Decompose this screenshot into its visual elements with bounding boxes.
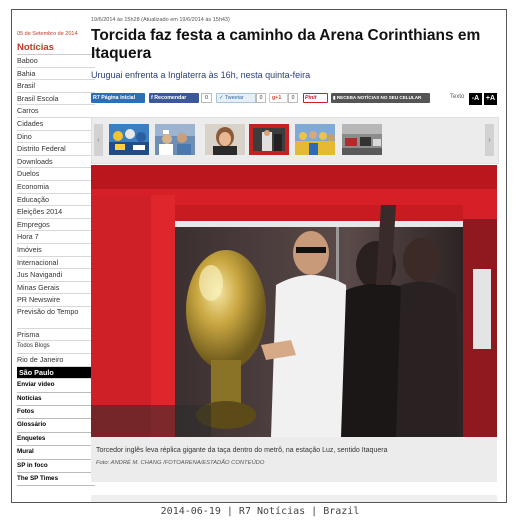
sidebar-item-dino[interactable]: Dino bbox=[17, 131, 95, 144]
article-subtitle: Uruguai enfrenta a Inglaterra às 16h, ne… bbox=[91, 70, 311, 80]
sidebar-item-imoveis[interactable]: Imóveis bbox=[17, 244, 95, 257]
tweet-button[interactable]: ✓ Tweetar bbox=[216, 93, 256, 103]
footer-caption: 2014-06-19 | R7 Notícias | Brazil bbox=[160, 506, 360, 517]
thumb-3-image bbox=[205, 124, 245, 155]
chevron-left-icon[interactable]: ‹ bbox=[94, 124, 103, 156]
subway-trophy-image bbox=[91, 165, 497, 437]
article-timestamp: 19/6/2014 às 15h28 (Atualizado em 19/6/2… bbox=[91, 17, 230, 23]
sidebar-item-bahia[interactable]: Bahia bbox=[17, 68, 95, 81]
sidebar-item-cidades[interactable]: Cidades bbox=[17, 118, 95, 131]
mobile-news-label: RECEBA NOTÍCIAS NO SEU CELULAR bbox=[336, 95, 422, 100]
sidebar-item-hora-7[interactable]: Hora 7 bbox=[17, 231, 95, 244]
facebook-count: 0 bbox=[201, 93, 212, 103]
sidebar-heading: Notícias bbox=[17, 41, 95, 55]
carousel-thumb-2[interactable] bbox=[155, 124, 195, 155]
sidebar-link-noticias[interactable]: Notícias bbox=[17, 393, 95, 407]
carousel-thumb-1[interactable] bbox=[109, 124, 149, 155]
sidebar-link-enquetes[interactable]: Enquetes bbox=[17, 433, 95, 447]
sidebar-item-educacao[interactable]: Educação bbox=[17, 194, 95, 207]
sidebar-item-distrito-federal[interactable]: Distrito Federal bbox=[17, 143, 95, 156]
sidebar-item-internacional[interactable]: Internacional bbox=[17, 257, 95, 270]
photo-carousel: ‹ › bbox=[91, 117, 499, 164]
tweet-count: 0 bbox=[256, 93, 266, 103]
r7-homepage-button[interactable]: R7 Página inicial bbox=[91, 93, 145, 103]
content-divider bbox=[91, 495, 497, 502]
sidebar-link-sp-in-foco[interactable]: SP in foco bbox=[17, 460, 95, 473]
sidebar-link-the-sp-times[interactable]: The SP Times bbox=[17, 473, 95, 487]
thumb-5-image bbox=[295, 124, 335, 155]
sidebar-link-fotos[interactable]: Fotos bbox=[17, 406, 95, 420]
sidebar-item-sao-paulo[interactable]: São Paulo bbox=[17, 366, 95, 380]
text-increase-button[interactable]: +A bbox=[484, 93, 497, 105]
sidebar-item-brasil-escola[interactable]: Brasil Escola bbox=[17, 93, 95, 106]
sidebar-item-prisma[interactable]: Prisma bbox=[17, 329, 95, 342]
thumb-1-image bbox=[109, 124, 149, 155]
browser-page: 05 de Setembro de 2014 Notícias Baboo Ba… bbox=[11, 9, 507, 503]
sidebar-date: 05 de Setembro de 2014 bbox=[17, 31, 78, 37]
sidebar-item-downloads[interactable]: Downloads bbox=[17, 156, 95, 169]
sidebar: 05 de Setembro de 2014 Notícias Baboo Ba… bbox=[17, 10, 95, 487]
text-decrease-button[interactable]: -A bbox=[469, 93, 482, 105]
sidebar-item-eleicoes-2014[interactable]: Eleições 2014 bbox=[17, 206, 95, 219]
facebook-recommend-button[interactable]: f Recomendar bbox=[149, 93, 199, 103]
sidebar-item-jus-navigandi[interactable]: Jus Navigandi bbox=[17, 269, 95, 282]
thumb-4-image bbox=[249, 124, 289, 155]
sidebar-list: Baboo Bahia Brasil Brasil Escola Carros … bbox=[17, 55, 95, 487]
article-headline: Torcida faz festa a caminho da Arena Cor… bbox=[91, 27, 481, 62]
sidebar-link-enviar-video[interactable]: Enviar vídeo bbox=[17, 379, 95, 393]
google-plus-count: 0 bbox=[288, 93, 298, 103]
sidebar-item-previsao-do-tempo[interactable]: Previsão do Tempo bbox=[17, 307, 95, 329]
mobile-news-button[interactable]: ▮ RECEBA NOTÍCIAS NO SEU CELULAR bbox=[331, 93, 430, 103]
sidebar-item-empregos[interactable]: Empregos bbox=[17, 219, 95, 232]
carousel-thumb-3[interactable] bbox=[205, 124, 245, 155]
photo-caption-box: Torcedor inglês leva réplica gigante da … bbox=[91, 437, 497, 482]
thumb-2-image bbox=[155, 124, 195, 155]
thumb-6-image bbox=[342, 124, 382, 155]
chevron-right-icon[interactable]: › bbox=[485, 124, 494, 156]
photo-caption: Torcedor inglês leva réplica gigante da … bbox=[96, 447, 388, 454]
carousel-thumb-4[interactable] bbox=[249, 124, 289, 155]
photo-credit: Foto: ANDRÉ M. CHANG /FOTOARENA/ESTADÃO … bbox=[96, 460, 265, 466]
share-toolbar: R7 Página inicial f Recomendar 0 ✓ Tweet… bbox=[91, 93, 504, 105]
text-size-label: Texto bbox=[450, 94, 465, 100]
google-plus-button[interactable]: g+1 bbox=[269, 93, 288, 103]
sidebar-item-duelos[interactable]: Duelos bbox=[17, 168, 95, 181]
sidebar-link-glossario[interactable]: Glossário bbox=[17, 419, 95, 433]
sidebar-item-pr-newswire[interactable]: PR Newswire bbox=[17, 294, 95, 307]
sidebar-link-mural[interactable]: Mural bbox=[17, 446, 95, 460]
sidebar-item-todos-blogs[interactable]: Todos Blogs bbox=[17, 341, 95, 355]
sidebar-item-minas-gerais[interactable]: Minas Gerais bbox=[17, 282, 95, 295]
article-photo bbox=[91, 165, 497, 437]
sidebar-item-baboo[interactable]: Baboo bbox=[17, 55, 95, 68]
pinterest-pin-button[interactable]: Pinit bbox=[303, 93, 328, 103]
carousel-thumb-6[interactable] bbox=[342, 124, 382, 155]
sidebar-item-economia[interactable]: Economia bbox=[17, 181, 95, 194]
sidebar-item-carros[interactable]: Carros bbox=[17, 105, 95, 118]
sidebar-item-brasil[interactable]: Brasil bbox=[17, 80, 95, 93]
carousel-thumb-5[interactable] bbox=[295, 124, 335, 155]
sidebar-item-rio-de-janeiro[interactable]: Rio de Janeiro bbox=[17, 354, 95, 367]
